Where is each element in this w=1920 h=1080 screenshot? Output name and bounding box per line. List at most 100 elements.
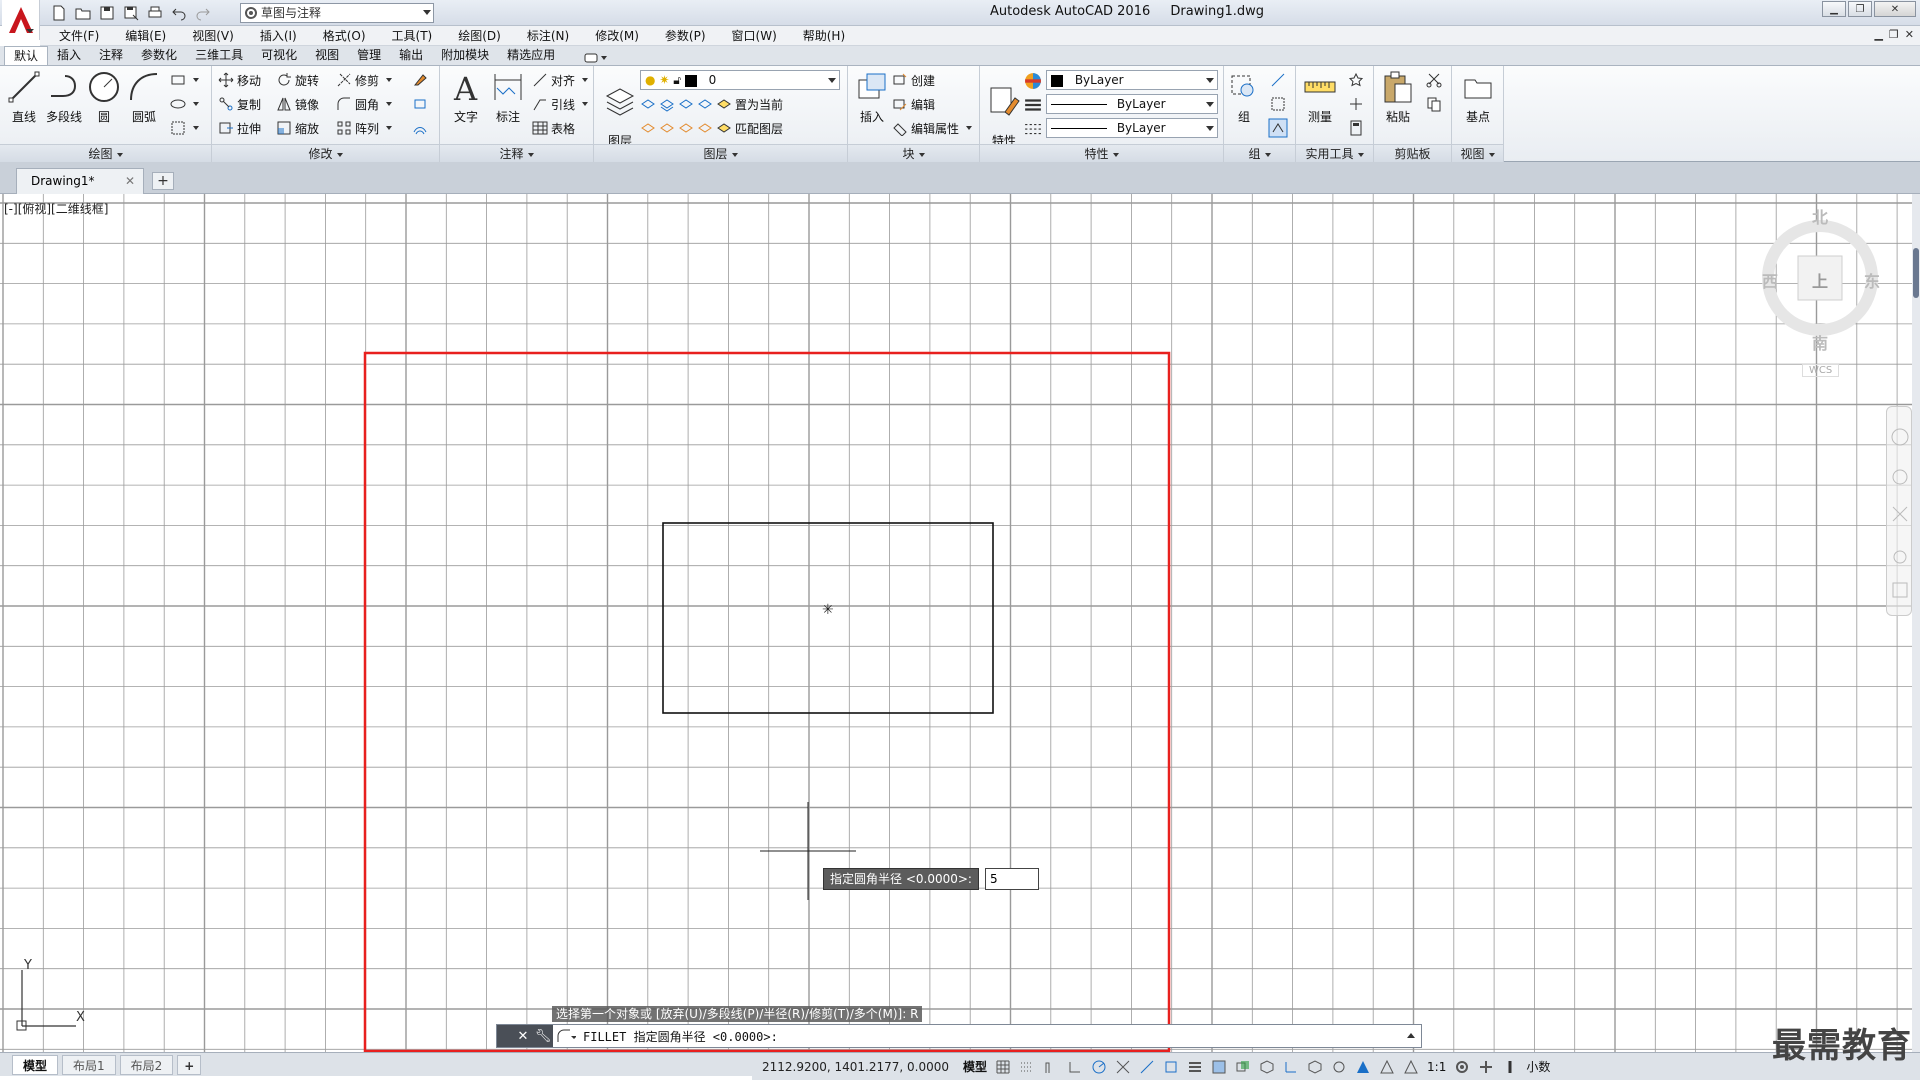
menu-format[interactable]: 格式(O) — [310, 27, 379, 44]
doc-minimize-button[interactable]: ▁ — [1874, 28, 1882, 41]
command-line-grip[interactable] — [497, 1025, 513, 1047]
erase-button[interactable] — [412, 70, 428, 90]
save-icon[interactable] — [96, 3, 118, 23]
panel-utilities-title[interactable]: 实用工具 — [1296, 144, 1373, 162]
circle-tool-button[interactable]: 圆 — [82, 70, 126, 125]
line-tool-button[interactable]: 直线 — [2, 70, 46, 125]
menu-view[interactable]: 视图(V) — [179, 27, 247, 44]
tab-manage[interactable]: 管理 — [348, 46, 390, 65]
fillet-command-icon[interactable] — [553, 1025, 579, 1047]
layer-on-icon[interactable] — [697, 120, 713, 136]
viewport-controls[interactable]: [-][俯视][二维线框] — [4, 200, 108, 217]
create-block-button[interactable]: 创建 — [892, 70, 935, 90]
ortho-icon[interactable] — [1067, 1059, 1083, 1075]
layer-off-icon[interactable] — [640, 96, 656, 112]
tab-layout2[interactable]: 布局2 — [119, 1054, 174, 1075]
new-tab-button[interactable]: + — [152, 172, 174, 190]
object-snap-icon[interactable] — [1163, 1059, 1179, 1075]
copy-clip-icon[interactable] — [1426, 96, 1442, 112]
ellipse-tool-button[interactable] — [170, 94, 199, 114]
match-layer-button[interactable]: 匹配图层 — [735, 120, 783, 137]
model-space-toggle[interactable]: 模型 — [963, 1058, 987, 1075]
application-menu-button[interactable] — [2, 0, 40, 40]
tab-default[interactable]: 默认 — [4, 46, 49, 65]
undo-icon[interactable] — [168, 3, 190, 23]
grid-icon[interactable] — [995, 1059, 1011, 1075]
panel-block-title[interactable]: 块 — [848, 144, 979, 162]
set-current-button[interactable]: 置为当前 — [735, 96, 783, 113]
chevron-up-icon[interactable] — [1407, 1033, 1415, 1038]
annotation-visibility-icon[interactable] — [1355, 1059, 1371, 1075]
panel-annotation-title[interactable]: 注释 — [440, 144, 593, 162]
stretch-button[interactable]: 拉伸 — [218, 118, 261, 138]
restore-button[interactable]: ❐ — [1848, 1, 1872, 17]
edit-block-button[interactable]: 编辑 — [892, 94, 935, 114]
base-view-button[interactable]: 基点 — [1456, 70, 1500, 125]
copy-button[interactable]: 复制 — [218, 94, 261, 114]
viewcube-face-top[interactable]: 上 — [1812, 268, 1828, 292]
command-line[interactable]: ✕ 🔧︎ FILLET 指定圆角半径 <0.0000>: — [496, 1024, 1422, 1048]
panel-layers-title[interactable]: 图层 — [594, 144, 847, 162]
hatch-tool-button[interactable] — [170, 118, 199, 138]
menu-dimension[interactable]: 标注(N) — [514, 27, 582, 44]
dynamic-ucs-icon[interactable] — [1283, 1059, 1299, 1075]
close-button[interactable]: ✕ — [1874, 1, 1916, 17]
ucs-menu[interactable]: WCS — [1802, 364, 1840, 377]
annotation-scale-icon[interactable] — [1403, 1059, 1419, 1075]
panel-clipboard-title[interactable]: 剪贴板 — [1374, 144, 1451, 162]
menu-edit[interactable]: 编辑(E) — [112, 27, 179, 44]
menu-file[interactable]: 文件(F) — [46, 27, 112, 44]
ribbon-toggle-icon[interactable] — [584, 51, 612, 65]
layer-thaw-icon[interactable] — [659, 120, 675, 136]
3d-object-snap-icon[interactable] — [1259, 1059, 1275, 1075]
rotate-button[interactable]: 旋转 — [276, 70, 319, 90]
menu-parametric[interactable]: 参数(P) — [652, 27, 719, 44]
tab-annotate[interactable]: 注释 — [90, 46, 132, 65]
transparency-icon[interactable] — [1024, 120, 1042, 138]
explode-button[interactable] — [412, 94, 428, 114]
save-as-icon[interactable] — [120, 3, 142, 23]
polyline-tool-button[interactable]: 多段线 — [42, 70, 86, 125]
group-edit-icon[interactable] — [1270, 96, 1286, 112]
command-close-button[interactable]: ✕ — [513, 1025, 533, 1047]
selection-cycling-icon[interactable] — [1235, 1059, 1251, 1075]
color-wheel-icon[interactable] — [1024, 72, 1042, 90]
doc-restore-button[interactable]: ❐ — [1889, 28, 1899, 41]
rectangle-tool-button[interactable] — [170, 70, 199, 90]
plus-icon[interactable] — [1478, 1059, 1494, 1075]
group-select-icon[interactable] — [1268, 118, 1288, 138]
gizmo-icon[interactable] — [1331, 1059, 1347, 1075]
compass-west[interactable]: 西 — [1762, 268, 1778, 292]
linetype-dropdown[interactable]: ByLayer — [1046, 94, 1218, 114]
layer-freeze-icon[interactable] — [678, 96, 694, 112]
arc-tool-button[interactable]: 圆弧 — [122, 70, 166, 125]
workspace-selector[interactable]: 草图与注释 — [240, 3, 434, 23]
add-layout-button[interactable]: + — [177, 1054, 202, 1075]
compass-south[interactable]: 南 — [1812, 330, 1828, 354]
color-dropdown[interactable]: ByLayer — [1046, 70, 1218, 90]
point-icon[interactable] — [1348, 96, 1364, 112]
panel-view-title[interactable]: 视图 — [1452, 144, 1503, 162]
fillet-radius-input[interactable]: 5 — [984, 868, 1039, 890]
object-snap-tracking-icon[interactable] — [1139, 1059, 1155, 1075]
tab-output[interactable]: 输出 — [390, 46, 432, 65]
file-tab-drawing1[interactable]: Drawing1* ✕ — [16, 168, 144, 194]
tab-addins[interactable]: 附加模块 — [432, 46, 498, 65]
tab-visualize[interactable]: 可视化 — [252, 46, 306, 65]
fillet-button[interactable]: 圆角 — [336, 94, 393, 114]
cursor-coordinates[interactable]: 2112.9200, 1401.2177, 0.0000 — [762, 1060, 949, 1074]
layer-lock-icon[interactable] — [697, 96, 713, 112]
tab-featured-apps[interactable]: 精选应用 — [498, 46, 564, 65]
redo-icon[interactable] — [192, 3, 214, 23]
menu-tools[interactable]: 工具(T) — [379, 27, 446, 44]
cut-icon[interactable] — [1426, 72, 1442, 88]
new-file-icon[interactable] — [48, 3, 70, 23]
open-file-icon[interactable] — [72, 3, 94, 23]
offset-button[interactable] — [412, 118, 428, 138]
tab-layout1[interactable]: 布局1 — [62, 1054, 116, 1075]
dimension-tool-button[interactable]: 标注 — [486, 70, 530, 125]
compass-east[interactable]: 东 — [1864, 268, 1880, 292]
ungroup-icon[interactable] — [1270, 72, 1286, 88]
infer-constraints-icon[interactable] — [1043, 1059, 1059, 1075]
array-button[interactable]: 阵列 — [336, 118, 393, 138]
